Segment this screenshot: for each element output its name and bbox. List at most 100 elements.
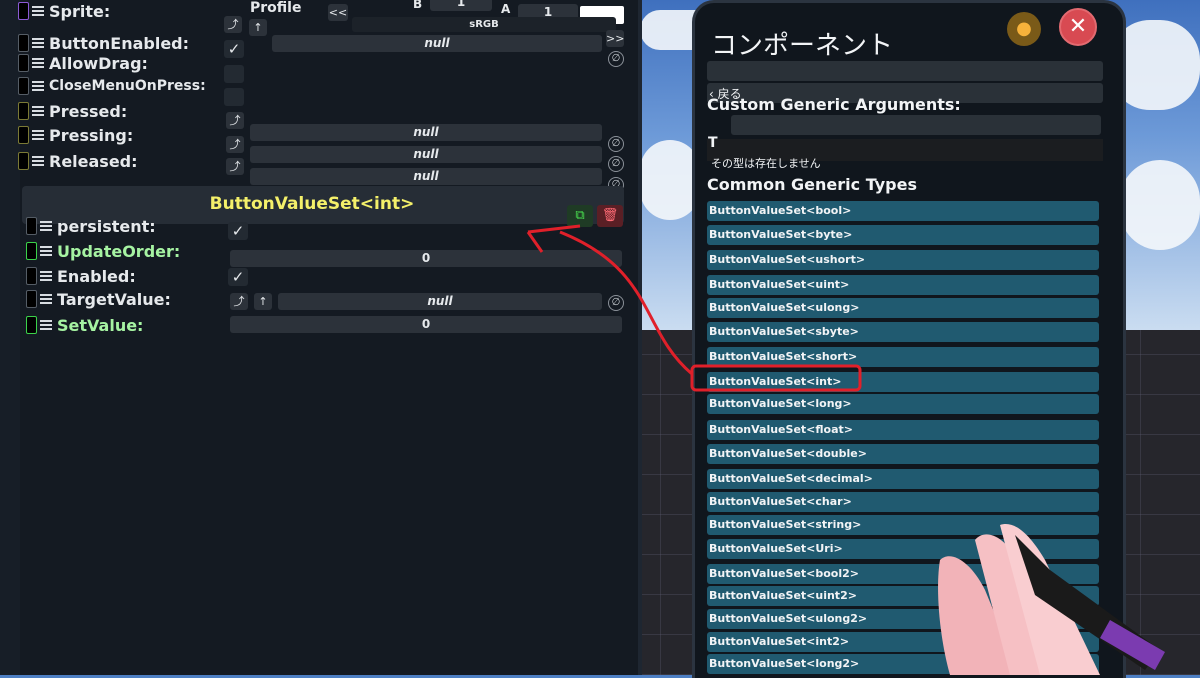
field-handle[interactable] [18, 34, 29, 52]
field-handle[interactable] [18, 77, 29, 95]
jump-icon[interactable]: ⤴ [226, 112, 244, 129]
location-pin-icon[interactable]: ● [1007, 12, 1041, 46]
released-value-field[interactable]: null [250, 168, 602, 185]
allow-drag-label: AllowDrag: [49, 53, 148, 73]
b-label: B [413, 0, 423, 11]
scroll-right-button[interactable]: >> [606, 30, 624, 47]
generic-type-button[interactable]: ButtonValueSet<bool> [707, 201, 1099, 221]
button-enabled-row: ButtonEnabled: [18, 32, 189, 54]
generic-type-button[interactable]: ButtonValueSet<uint> [707, 275, 1099, 295]
drag-menu-icon[interactable] [40, 246, 52, 256]
field-handle[interactable] [26, 267, 37, 285]
component-panel-title: コンポーネント [711, 31, 894, 61]
update-order-row: UpdateOrder: [18, 240, 180, 262]
target-value-field[interactable]: null [278, 293, 602, 310]
enabled-row: Enabled: [18, 265, 136, 287]
custom-generic-heading: Custom Generic Arguments: [707, 95, 961, 114]
b-value-field[interactable]: 1 [430, 0, 492, 11]
drag-menu-icon[interactable] [32, 6, 44, 16]
trash-icon: 🗑 [601, 208, 619, 223]
close-menu-checkbox[interactable] [224, 88, 244, 106]
field-handle[interactable] [18, 126, 29, 144]
jump-icon[interactable]: ⤴ [226, 136, 244, 153]
field-handle[interactable] [26, 290, 37, 308]
persistent-row: persistent: [18, 215, 156, 237]
profile-label: Profile [250, 0, 302, 16]
field-handle[interactable] [18, 102, 29, 120]
generic-t-input[interactable] [731, 115, 1101, 135]
drag-menu-icon[interactable] [32, 58, 44, 68]
close-menu-row: CloseMenuOnPress: [18, 75, 206, 97]
target-value-row: TargetValue: [18, 288, 171, 310]
field-handle[interactable] [18, 2, 29, 20]
inspector-panel: Profile B 1 A 1 << sRGB >> Sprite: ⤴ ↑ n… [0, 0, 642, 675]
delete-component-button[interactable]: 🗑 [597, 205, 623, 227]
close-icon[interactable]: ✕ [1059, 8, 1097, 46]
drag-menu-icon[interactable] [40, 294, 52, 304]
drag-menu-icon[interactable] [32, 38, 44, 48]
up-arrow-icon[interactable]: ↑ [254, 293, 272, 310]
pressing-value-field[interactable]: null [250, 146, 602, 163]
scroll-left-button[interactable]: << [328, 4, 348, 21]
clear-icon[interactable]: ∅ [608, 136, 624, 152]
field-handle[interactable] [26, 217, 37, 235]
drag-menu-icon[interactable] [40, 271, 52, 281]
generic-type-button[interactable]: ButtonValueSet<byte> [707, 225, 1099, 245]
cloud [1120, 160, 1200, 250]
released-row: Released: [18, 150, 138, 172]
generic-type-button[interactable]: ButtonValueSet<ushort> [707, 250, 1099, 270]
drag-menu-icon[interactable] [32, 130, 44, 140]
copy-icon: ⧉ [575, 208, 585, 223]
released-label: Released: [49, 151, 138, 171]
generic-type-button[interactable]: ButtonValueSet<char> [707, 492, 1099, 512]
t-label: T [708, 135, 718, 151]
generic-type-button[interactable]: ButtonValueSet<float> [707, 420, 1099, 440]
set-value-row: SetValue: [18, 314, 143, 336]
clear-icon[interactable]: ∅ [608, 51, 624, 67]
jump-icon[interactable]: ⤴ [226, 158, 244, 175]
generic-type-button[interactable]: ButtonValueSet<int> [707, 372, 1099, 392]
generic-type-button[interactable]: ButtonValueSet<ulong> [707, 298, 1099, 318]
pressed-label: Pressed: [49, 101, 128, 121]
pressed-row: Pressed: [18, 100, 127, 122]
colorspace-field[interactable]: sRGB [352, 17, 616, 32]
allow-drag-checkbox[interactable] [224, 65, 244, 83]
close-menu-label: CloseMenuOnPress: [49, 78, 206, 94]
generic-type-button[interactable]: ButtonValueSet<short> [707, 347, 1099, 367]
set-value-field[interactable]: 0 [230, 316, 622, 333]
drag-menu-icon[interactable] [32, 106, 44, 116]
sprite-value-field[interactable]: null [272, 35, 602, 52]
set-value-label: SetValue: [57, 315, 144, 335]
persistent-checkbox[interactable]: ✓ [228, 222, 248, 240]
button-enabled-label: ButtonEnabled: [49, 33, 190, 53]
field-handle[interactable] [26, 316, 37, 334]
vr-hand [938, 524, 1165, 675]
up-arrow-icon[interactable]: ↑ [249, 19, 267, 36]
generic-type-button[interactable]: ButtonValueSet<long> [707, 394, 1099, 414]
field-handle[interactable] [18, 152, 29, 170]
clear-icon[interactable]: ∅ [608, 156, 624, 172]
error-message: その型は存在しません [711, 157, 821, 170]
field-handle[interactable] [18, 54, 29, 72]
duplicate-component-button[interactable]: ⧉ [567, 205, 593, 227]
pressing-label: Pressing: [49, 125, 134, 145]
field-handle[interactable] [26, 242, 37, 260]
drag-menu-icon[interactable] [40, 320, 52, 330]
generic-type-button[interactable]: ButtonValueSet<decimal> [707, 469, 1099, 489]
path-bar [707, 61, 1103, 81]
sprite-row: Sprite: [18, 0, 110, 22]
update-order-field[interactable]: 0 [230, 250, 622, 267]
enabled-checkbox[interactable]: ✓ [228, 268, 248, 286]
jump-icon[interactable]: ⤴ [224, 16, 242, 33]
inspector-edge [0, 0, 20, 675]
jump-icon[interactable]: ⤴ [230, 293, 248, 310]
allow-drag-row: AllowDrag: [18, 52, 148, 74]
pressed-value-field[interactable]: null [250, 124, 602, 141]
drag-menu-icon[interactable] [40, 221, 52, 231]
drag-menu-icon[interactable] [32, 156, 44, 166]
button-enabled-checkbox[interactable]: ✓ [224, 40, 244, 58]
generic-type-button[interactable]: ButtonValueSet<double> [707, 444, 1099, 464]
generic-type-button[interactable]: ButtonValueSet<sbyte> [707, 322, 1099, 342]
drag-menu-icon[interactable] [32, 81, 44, 91]
clear-icon[interactable]: ∅ [608, 295, 624, 311]
